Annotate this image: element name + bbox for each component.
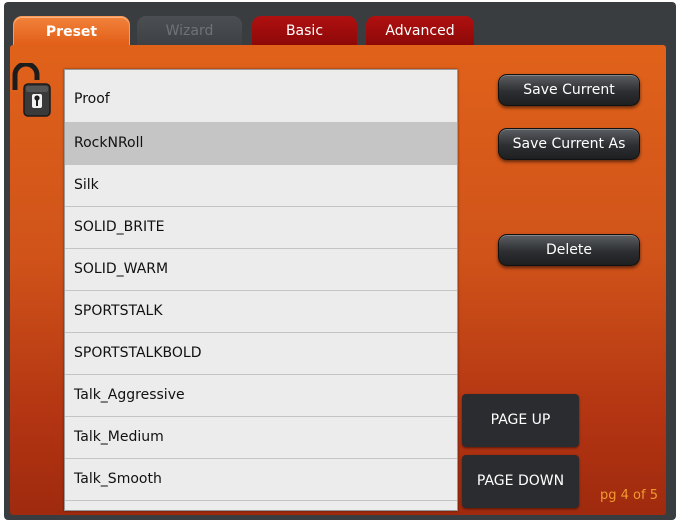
list-item[interactable]: SOLID_WARM: [65, 249, 457, 291]
page-up-button[interactable]: PAGE UP: [462, 394, 579, 447]
list-item[interactable]: Talk_Smooth: [65, 459, 457, 501]
page-indicator: pg 4 of 5: [600, 488, 658, 503]
unlocked-padlock-icon[interactable]: [12, 61, 52, 118]
list-item[interactable]: Silk: [65, 165, 457, 207]
list-item[interactable]: Talk_Medium: [65, 417, 457, 459]
list-item[interactable]: Proof: [65, 70, 457, 123]
list-item-selected[interactable]: RockNRoll: [65, 123, 457, 165]
page-down-button[interactable]: PAGE DOWN: [462, 455, 579, 508]
save-current-button[interactable]: Save Current: [498, 74, 640, 106]
list-item[interactable]: SOLID_BRITE: [65, 207, 457, 249]
list-item[interactable]: SPORTSTALKBOLD: [65, 333, 457, 375]
tab-wizard[interactable]: Wizard: [137, 16, 242, 46]
preset-list[interactable]: Proof RockNRoll Silk SOLID_BRITE SOLID_W…: [64, 69, 458, 511]
save-current-as-button[interactable]: Save Current As: [498, 128, 640, 160]
tab-preset[interactable]: Preset: [13, 16, 130, 47]
list-item[interactable]: SPORTSTALK: [65, 291, 457, 333]
tab-basic[interactable]: Basic: [252, 16, 357, 46]
list-item[interactable]: Talk_Aggressive: [65, 375, 457, 417]
tab-advanced[interactable]: Advanced: [366, 16, 474, 46]
delete-button[interactable]: Delete: [498, 234, 640, 266]
